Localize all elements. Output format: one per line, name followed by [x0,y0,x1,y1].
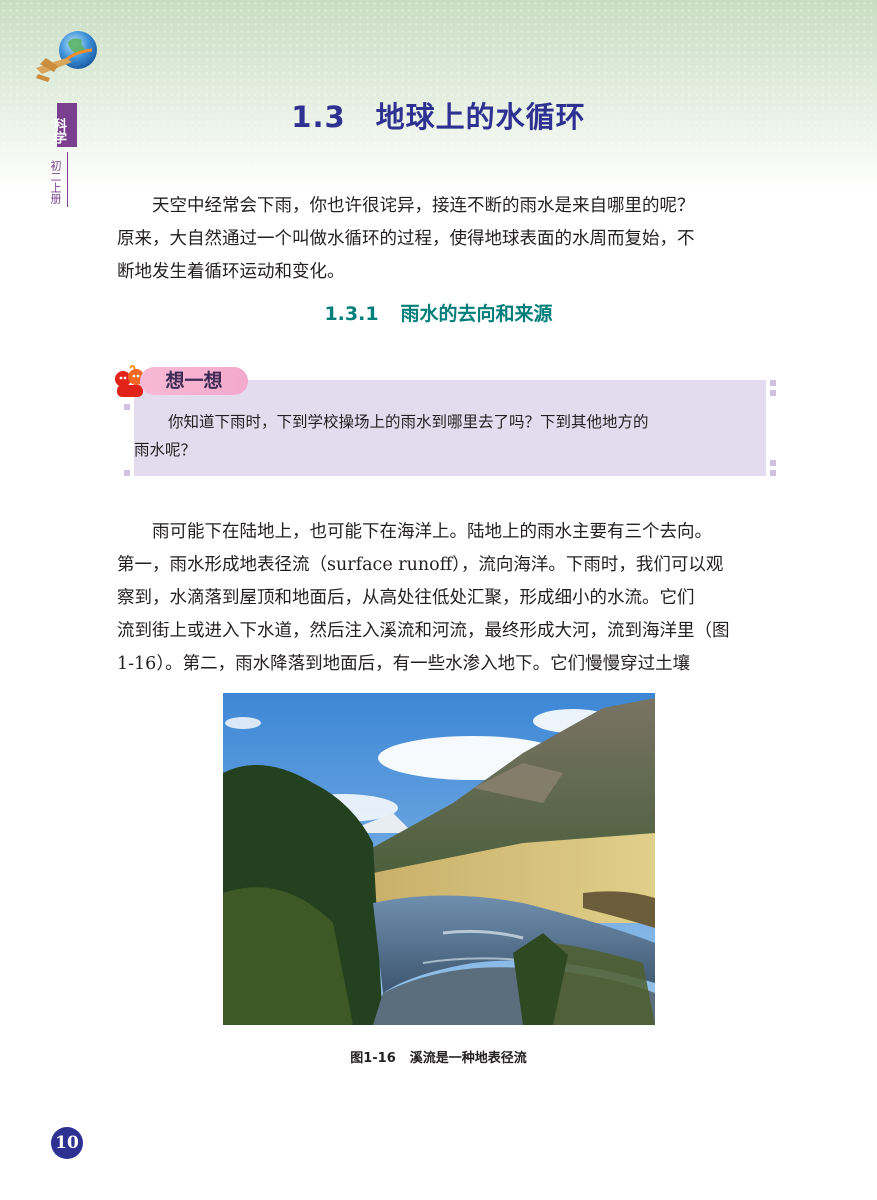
chapter-title-text: 地球上的水循环 [375,100,586,134]
body-paragraph: 雨可能下在陆地上，也可能下在海洋上。陆地上的雨水主要有三个去向。 第一，雨水形成… [117,516,769,681]
figure-caption: 图1-16 溪流是一种地表径流 [0,1047,877,1066]
chapter-number: 1.3 [291,100,346,134]
box-corner [124,404,130,410]
section-title-text: 雨水的去向和来源 [400,303,553,325]
grade-label: 初二上册 [49,160,62,204]
section-title: 1.3.1 雨水的去向和来源 [0,299,877,326]
body-line: 流到街上或进入下水道，然后注入溪流和河流，最终形成大河，流到海洋里（图 [117,621,730,641]
stream-landscape-photo [223,693,655,1025]
box-corner [770,470,776,476]
section-number: 1.3.1 [324,303,379,325]
figure-caption-text: 溪流是一种地表径流 [409,1051,527,1066]
body-line: 雨可能下在陆地上，也可能下在海洋上。陆地上的雨水主要有三个去向。 [152,522,712,542]
box-corner [770,390,776,396]
box-corner [770,380,776,386]
box-corner [770,460,776,466]
body-line: 第一，雨水形成地表径流（surface runoff），流向海洋。下雨时，我们可… [117,555,724,575]
intro-line: 天空中经常会下雨，你也许很诧异，接连不断的雨水是来自哪里的呢？ [152,196,695,216]
page-number: 10 [51,1127,83,1159]
intro-line: 断地发生着循环运动和变化。 [117,262,345,282]
figure-number: 图1-16 [350,1051,396,1066]
think-question: 你知道下雨时，下到学校操场上的雨水到哪里去了吗？下到其他地方的 雨水呢？ [134,408,744,464]
box-corner [124,470,130,476]
body-line: 察到，水滴落到屋顶和地面后，从高处往低处汇聚，形成细小的水流。它们 [117,588,695,608]
think-line: 你知道下雨时，下到学校操场上的雨水到哪里去了吗？下到其他地方的 [168,413,649,431]
globe-airplane-logo-icon [36,31,97,82]
intro-line: 原来，大自然通过一个叫做水循环的过程，使得地球表面的水周而复始，不 [117,229,695,249]
chapter-title: 1.3 地球上的水循环 [0,94,877,136]
think-line: 雨水呢？ [134,441,197,459]
intro-paragraph: 天空中经常会下雨，你也许很诧异，接连不断的雨水是来自哪里的呢？ 原来，大自然通过… [117,190,769,289]
body-line: 1-16）。第二，雨水降落到地面后，有一些水渗入地下。它们慢慢穿过土壤 [117,654,691,674]
think-label: 想一想 [140,367,248,395]
side-divider [67,152,68,207]
